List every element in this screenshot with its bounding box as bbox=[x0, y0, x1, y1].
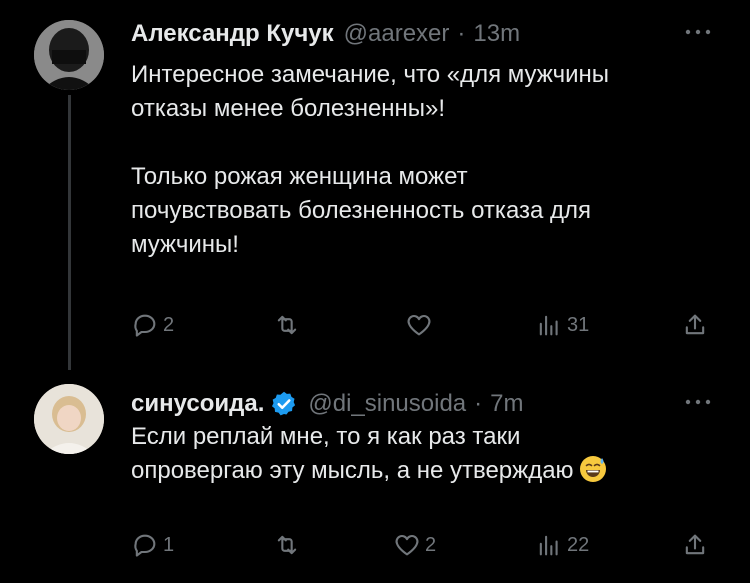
tweet-actions: 1 2 22 bbox=[131, 529, 721, 561]
reply-icon bbox=[134, 534, 156, 557]
more-options-icon[interactable] bbox=[682, 24, 714, 40]
tweet-1[interactable]: Александр Кучук @aarexer · 13m Интересно… bbox=[0, 0, 750, 370]
retweet-icon bbox=[277, 535, 297, 555]
like-button[interactable] bbox=[405, 309, 437, 341]
reply-count: 2 bbox=[163, 313, 175, 336]
thread-connector-line bbox=[68, 95, 71, 370]
share-button[interactable] bbox=[681, 529, 709, 561]
author-handle[interactable]: @aarexer bbox=[344, 20, 450, 48]
tweet-text: Интересное замечание, что «для мужчины о… bbox=[131, 61, 609, 258]
views-button[interactable]: 22 bbox=[535, 529, 589, 561]
retweet-icon bbox=[277, 315, 297, 335]
tweet-text: Если реплай мне, то я как раз таки опров… bbox=[131, 423, 574, 484]
view-count: 22 bbox=[567, 533, 590, 556]
tweet-actions: 2 31 bbox=[131, 309, 721, 341]
reply-count: 1 bbox=[163, 533, 175, 556]
share-icon bbox=[685, 314, 705, 335]
tweet-text-container: Если реплай мне, то я как раз таки опров… bbox=[131, 420, 721, 488]
separator-dot: · bbox=[457, 20, 466, 47]
tweet-header: синусоида. @di_sinusoida · 7m bbox=[131, 390, 524, 418]
grinning-face-with-sweat-emoji-icon bbox=[579, 456, 606, 482]
author-name[interactable]: синусоида. bbox=[131, 390, 264, 418]
blonde-person-avatar-icon bbox=[34, 384, 104, 454]
view-count: 31 bbox=[567, 313, 590, 336]
views-bar-chart-icon bbox=[539, 315, 558, 336]
more-options-icon[interactable] bbox=[682, 394, 714, 410]
avatar[interactable] bbox=[34, 384, 104, 454]
verified-badge-icon bbox=[272, 391, 296, 416]
share-button[interactable] bbox=[681, 309, 709, 341]
reply-button[interactable]: 2 bbox=[131, 309, 174, 341]
retweet-button[interactable] bbox=[273, 309, 305, 341]
heart-icon bbox=[395, 534, 419, 556]
author-handle[interactable]: @di_sinusoida bbox=[308, 390, 466, 418]
author-name[interactable]: Александр Кучук bbox=[131, 20, 334, 48]
timestamp[interactable]: 13m bbox=[473, 20, 520, 48]
avatar[interactable] bbox=[34, 20, 104, 90]
views-button[interactable]: 31 bbox=[535, 309, 589, 341]
like-button[interactable]: 2 bbox=[393, 529, 436, 561]
like-count: 2 bbox=[425, 533, 437, 556]
tweet-2[interactable]: синусоида. @di_sinusoida · 7m Если репла… bbox=[0, 370, 750, 583]
separator-dot: · bbox=[474, 390, 483, 417]
heart-icon bbox=[407, 314, 431, 336]
masked-person-avatar-icon bbox=[34, 20, 104, 90]
reply-icon bbox=[134, 314, 156, 337]
share-icon bbox=[685, 534, 705, 555]
reply-button[interactable]: 1 bbox=[131, 529, 174, 561]
tweet-header: Александр Кучук @aarexer · 13m bbox=[131, 20, 520, 48]
timestamp[interactable]: 7m bbox=[490, 390, 523, 418]
views-bar-chart-icon bbox=[539, 535, 558, 556]
retweet-button[interactable] bbox=[273, 529, 305, 561]
